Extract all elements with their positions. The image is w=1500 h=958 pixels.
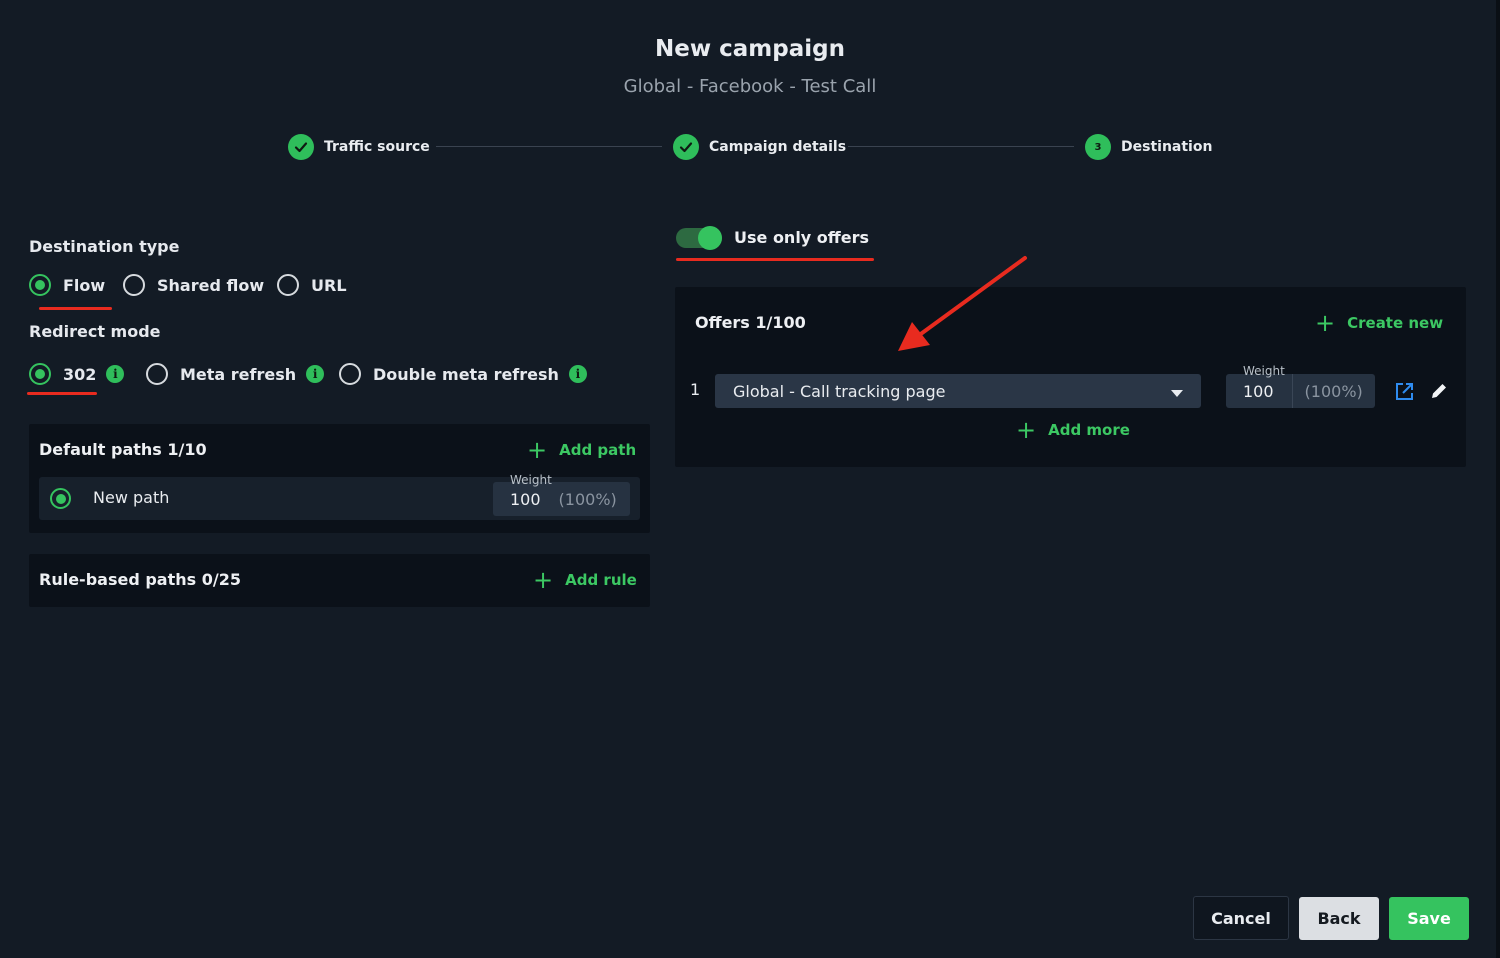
page-subtitle: Global - Facebook - Test Call bbox=[623, 76, 877, 97]
radio-button[interactable] bbox=[339, 363, 361, 385]
radio-button[interactable] bbox=[277, 274, 299, 296]
create-new-label: Create new bbox=[1347, 314, 1444, 332]
weight-value[interactable]: 100 bbox=[1243, 382, 1274, 401]
add-rule-button[interactable]: + Add rule bbox=[533, 568, 637, 592]
radio-button[interactable] bbox=[29, 274, 51, 296]
info-icon[interactable]: i bbox=[106, 365, 125, 383]
add-path-button[interactable]: + Add path bbox=[527, 438, 636, 462]
toggle-knob[interactable] bbox=[698, 226, 722, 250]
radio-button[interactable] bbox=[123, 274, 145, 296]
check-icon bbox=[288, 134, 314, 160]
step-number: 3 bbox=[1085, 134, 1111, 160]
add-more-label: Add more bbox=[1048, 421, 1130, 439]
radio-label: Double meta refresh bbox=[373, 364, 559, 384]
annotation-underline bbox=[27, 392, 97, 395]
radio-302[interactable]: 302 i bbox=[29, 363, 125, 385]
radio-button[interactable] bbox=[146, 363, 168, 385]
radio-label: Shared flow bbox=[157, 275, 265, 295]
arrow-annotation bbox=[898, 256, 1027, 351]
plus-icon: + bbox=[533, 566, 554, 594]
radio-label: Meta refresh bbox=[180, 364, 297, 384]
weight-percent: (100%) bbox=[558, 489, 617, 509]
radio-label: URL bbox=[311, 275, 347, 295]
step-traffic-source[interactable]: Traffic source bbox=[288, 133, 430, 161]
add-more-offers-button[interactable]: + Add more bbox=[1016, 418, 1130, 442]
weight-caption: Weight bbox=[1243, 364, 1285, 378]
weight-caption: Weight bbox=[510, 473, 552, 487]
offers-title: Offers 1/100 bbox=[695, 313, 806, 332]
create-new-offer-button[interactable]: + Create new bbox=[1315, 311, 1443, 335]
weight-value[interactable]: 100 bbox=[510, 490, 541, 509]
page-title: New campaign bbox=[655, 36, 845, 62]
plus-icon: + bbox=[1016, 416, 1037, 444]
pencil-icon[interactable] bbox=[1429, 381, 1449, 405]
add-path-label: Add path bbox=[559, 441, 637, 459]
step-connector bbox=[848, 146, 1074, 147]
weight-divider bbox=[1291, 374, 1293, 408]
path-radio[interactable] bbox=[50, 488, 71, 509]
destination-type-label: Destination type bbox=[29, 237, 180, 256]
scrollbar-track[interactable] bbox=[1496, 0, 1500, 958]
annotation-underline bbox=[39, 307, 112, 310]
use-only-offers-label: Use only offers bbox=[734, 228, 870, 247]
radio-shared-flow[interactable]: Shared flow bbox=[123, 274, 264, 296]
radio-flow[interactable]: Flow bbox=[29, 274, 105, 296]
step-campaign-details[interactable]: Campaign details bbox=[673, 133, 846, 161]
radio-meta-refresh[interactable]: Meta refresh i bbox=[146, 363, 325, 385]
offer-select[interactable]: Global - Call tracking page bbox=[715, 374, 1201, 408]
save-button[interactable]: Save bbox=[1389, 897, 1469, 940]
redirect-mode-label: Redirect mode bbox=[29, 322, 161, 341]
info-icon[interactable]: i bbox=[306, 365, 325, 383]
radio-url[interactable]: URL bbox=[277, 274, 347, 296]
default-paths-title: Default paths 1/10 bbox=[39, 440, 207, 459]
plus-icon: + bbox=[527, 436, 548, 464]
weight-percent: (100%) bbox=[1304, 381, 1363, 401]
caret-down-icon bbox=[1171, 382, 1183, 401]
radio-label: Flow bbox=[63, 275, 106, 295]
offer-select-value: Global - Call tracking page bbox=[733, 381, 946, 401]
plus-icon: + bbox=[1315, 309, 1336, 337]
path-name[interactable]: New path bbox=[93, 488, 169, 507]
rule-paths-title: Rule-based paths 0/25 bbox=[39, 570, 241, 589]
cancel-button[interactable]: Cancel bbox=[1193, 896, 1289, 940]
offer-index: 1 bbox=[690, 380, 701, 399]
step-label: Campaign details bbox=[709, 139, 847, 155]
radio-label: 302 bbox=[63, 364, 97, 384]
annotation-underline bbox=[676, 258, 874, 261]
radio-double-meta-refresh[interactable]: Double meta refresh i bbox=[339, 363, 587, 385]
step-connector bbox=[436, 146, 662, 147]
back-button[interactable]: Back bbox=[1299, 897, 1379, 940]
add-rule-label: Add rule bbox=[565, 571, 637, 589]
path-weight-input[interactable]: 100 (100%) bbox=[493, 482, 630, 516]
radio-button[interactable] bbox=[29, 363, 51, 385]
info-icon[interactable]: i bbox=[568, 365, 587, 383]
step-label: Destination bbox=[1121, 139, 1213, 155]
step-destination[interactable]: 3 Destination bbox=[1085, 133, 1212, 161]
check-icon bbox=[673, 134, 699, 160]
offer-weight-input[interactable]: 100 (100%) bbox=[1226, 374, 1375, 408]
step-label: Traffic source bbox=[324, 139, 430, 155]
external-link-icon[interactable] bbox=[1395, 382, 1414, 405]
